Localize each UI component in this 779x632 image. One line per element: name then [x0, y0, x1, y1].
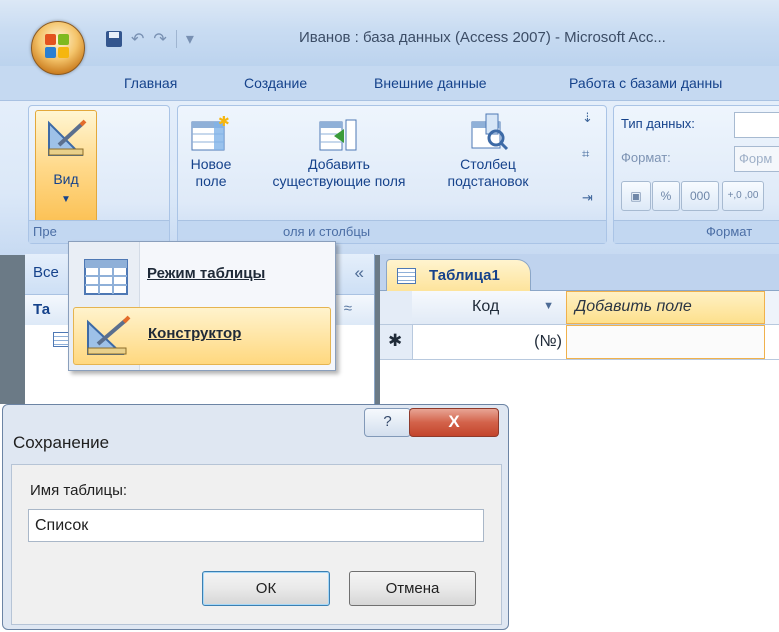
table-name-label: Имя таблицы: [30, 482, 128, 499]
ok-button[interactable]: ОК [202, 571, 330, 606]
new-field-line1: Новое [190, 156, 232, 172]
lookup-column-line2: подстановок [447, 173, 529, 189]
tab-home[interactable]: Главная [124, 75, 177, 91]
column-header-kod[interactable]: Код ▼ [412, 291, 567, 324]
new-field-icon: ✱ [191, 116, 230, 151]
collapse-group-icon[interactable]: ≈ [344, 300, 352, 317]
ribbon: Вид ▼ Пре ✱ Новое поле Добавить существу… [0, 100, 779, 255]
tab-create[interactable]: Создание [244, 75, 307, 91]
design-ruler-icon [48, 119, 87, 156]
column-header-add-field[interactable]: Добавить поле [566, 291, 765, 324]
table-icon [397, 268, 416, 284]
format-combo[interactable]: Форм [734, 146, 779, 172]
dialog-body: Имя таблицы: ОК Отмена [11, 464, 502, 625]
rename-column-icon[interactable]: ⇥ [582, 190, 593, 206]
office-logo-icon [45, 34, 71, 60]
design-ruler-icon [87, 315, 131, 355]
title-bar: ↶ ↷ ▾ Иванов : база данных (Access 2007)… [0, 0, 779, 66]
help-icon: ? [383, 413, 392, 430]
column-header-add-field-label: Добавить поле [575, 298, 692, 315]
data-type-group: Тип данных: Формат: Форм ▣ % 000 +,0 ,00… [613, 105, 779, 244]
menu-item-label: Конструктор [148, 325, 242, 342]
document-tab-label: Таблица1 [429, 267, 500, 284]
nav-pane-title: Все [33, 264, 59, 281]
menu-item-label: Режим таблицы [147, 265, 266, 282]
add-existing-fields-button[interactable]: Добавить существующие поля [254, 156, 424, 190]
customize-qat-icon[interactable]: ▾ [186, 29, 194, 49]
window-title: Иванов : база данных (Access 2007) - Mic… [299, 29, 666, 46]
quick-access-toolbar: ↶ ↷ ▾ [106, 28, 194, 50]
qat-separator [175, 30, 177, 48]
format-combo-text: Форм [739, 151, 773, 166]
views-group-label: Пре [29, 220, 169, 243]
collapse-pane-icon[interactable]: « [355, 263, 364, 283]
select-all-corner[interactable] [380, 291, 413, 324]
views-group: Вид ▼ Пре [28, 105, 170, 244]
increase-decimals-button[interactable]: +,0 ,00 [722, 181, 764, 211]
lookup-column-line1: Столбец [460, 156, 516, 172]
view-dropdown-menu: Режим таблицы Конструктор [68, 241, 336, 371]
add-existing-line2: существующие поля [272, 173, 406, 189]
ribbon-tabs: Главная Создание Внешние данные Работа с… [0, 66, 779, 100]
view-button[interactable]: Вид ▼ [35, 110, 97, 224]
document-tab-table1[interactable]: Таблица1 [386, 259, 531, 292]
format-label: Формат: [621, 150, 671, 165]
view-button-label: Вид [53, 171, 79, 187]
column-dropdown-icon[interactable]: ▼ [543, 300, 554, 312]
access-window: ↶ ↷ ▾ Иванов : база данных (Access 2007)… [0, 0, 779, 404]
nav-group-label: Та [33, 301, 51, 318]
datasheet-area: Таблица1 Код ▼ Добавить поле ✱ (№) [380, 254, 779, 404]
add-existing-line1: Добавить [308, 156, 370, 172]
cancel-button[interactable]: Отмена [349, 571, 476, 606]
new-field-line2: поле [195, 173, 227, 189]
data-type-label: Тип данных: [621, 116, 695, 131]
redo-icon[interactable]: ↷ [153, 29, 166, 49]
tab-database-tools[interactable]: Работа с базами данны [569, 75, 722, 91]
currency-format-button[interactable]: ▣ [621, 181, 651, 211]
format-group-label: Формат [614, 220, 779, 243]
tab-external-data[interactable]: Внешние данные [374, 75, 487, 91]
delete-column-icon[interactable]: ⌗ [582, 146, 589, 162]
menu-item-datasheet-view[interactable]: Режим таблицы [73, 248, 331, 306]
new-record-row: ✱ (№) [380, 325, 779, 360]
cell-add-field[interactable] [566, 325, 765, 359]
insert-column-icon[interactable]: ⇣ [582, 110, 593, 126]
chevron-down-icon: ▼ [61, 194, 71, 205]
percent-format-button[interactable]: % [652, 181, 680, 211]
save-dialog: Сохранение ? X Имя таблицы: ОК Отмена [2, 404, 509, 630]
save-icon[interactable] [106, 31, 122, 47]
data-type-combo[interactable] [734, 112, 779, 138]
table-name-input[interactable] [28, 509, 484, 542]
svg-text:✱: ✱ [218, 116, 230, 129]
cell-kod[interactable]: (№) [412, 333, 562, 351]
fields-columns-group-label: оля и столбцы [178, 220, 606, 243]
datasheet-view-icon [84, 259, 128, 295]
undo-icon[interactable]: ↶ [131, 29, 144, 49]
menu-item-design-view[interactable]: Конструктор [73, 307, 331, 365]
dialog-title: Сохранение [13, 433, 110, 452]
document-tab-strip: Таблица1 [380, 254, 779, 292]
close-button[interactable]: X [409, 408, 499, 437]
datasheet-header-row: Код ▼ Добавить поле [380, 291, 779, 325]
record-selector[interactable]: ✱ [380, 325, 413, 359]
help-button[interactable]: ? [364, 408, 411, 437]
office-button[interactable] [31, 21, 85, 75]
close-icon: X [448, 412, 460, 431]
new-record-icon: ✱ [388, 331, 403, 350]
fields-columns-group: ✱ Новое поле Добавить существующие поля [177, 105, 607, 244]
column-header-kod-label: Код [472, 298, 500, 315]
lookup-column-icon [471, 113, 509, 151]
add-existing-fields-icon [319, 119, 357, 151]
thousands-format-button[interactable]: 000 [681, 181, 719, 211]
lookup-column-button[interactable]: Столбец подстановок [428, 156, 548, 190]
new-field-button[interactable]: Новое поле [180, 156, 242, 190]
